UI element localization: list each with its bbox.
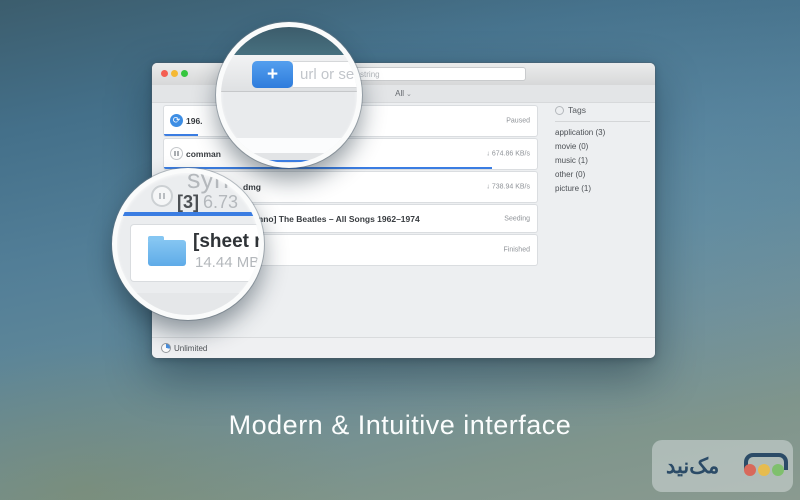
status-label: Seeding: [504, 215, 530, 222]
filter-dropdown[interactable]: All: [395, 89, 404, 98]
folder-icon: [148, 240, 186, 266]
queue-index: [3]: [177, 192, 199, 212]
tag-item-music[interactable]: music (1): [555, 154, 650, 168]
progress-bar: [164, 167, 492, 170]
size-value: 6.73: [203, 192, 238, 212]
lens-desktop-band: [221, 27, 357, 55]
lens-download-title: sync: [187, 168, 243, 195]
status-label: ↓ 738.94 KB/s: [486, 184, 530, 191]
tags-header-label: Tags: [568, 105, 586, 115]
download-title: 196.: [186, 116, 203, 126]
lens-search-field: url or se: [293, 61, 362, 88]
magnifier-lens-top: + url or se: [216, 22, 362, 168]
lens-row-band: [221, 138, 357, 153]
lens-progress-line: [221, 160, 357, 162]
pause-icon[interactable]: [170, 147, 183, 160]
tags-separator: [555, 121, 650, 122]
progress-bar: [164, 134, 198, 137]
pause-icon: [151, 185, 173, 207]
status-label: Paused: [506, 118, 530, 125]
logo-dot-yellow-icon: [758, 464, 770, 476]
logo-dot-green-icon: [772, 464, 784, 476]
resume-icon[interactable]: ⟳: [170, 114, 183, 127]
tag-item-movie[interactable]: movie (0): [555, 140, 650, 154]
lens-download-subtitle: [3]6.73: [177, 192, 238, 213]
speed-limit-label[interactable]: Unlimited: [174, 344, 207, 353]
lens-file-title: [sheet m: [193, 231, 264, 253]
lens-progress-bar: [117, 212, 259, 216]
download-title: dmg: [243, 182, 261, 192]
logo-wordmark: مک‌نید: [666, 440, 719, 492]
tags-header: Tags: [555, 105, 650, 115]
close-traffic-light[interactable]: [161, 70, 168, 77]
tag-item-picture[interactable]: picture (1): [555, 182, 650, 196]
download-title: nno] The Beatles – All Songs 1962–1974: [258, 205, 420, 232]
tag-item-application[interactable]: application (3): [555, 126, 650, 140]
status-label: ↓ 674.86 KB/s: [486, 151, 530, 158]
watermark-logo: مک‌نید: [652, 440, 793, 492]
logo-dot-red-icon: [744, 464, 756, 476]
zoom-traffic-light[interactable]: [181, 70, 188, 77]
lens-finished-card: [sheet m 14.44 MB: [131, 225, 264, 281]
chevron-down-icon: ⌄: [406, 90, 412, 98]
status-bar: Unlimited: [152, 337, 655, 358]
tag-item-other[interactable]: other (0): [555, 168, 650, 182]
lens-gap-band: [117, 293, 259, 315]
caption-text: Modern & Intuitive interface: [0, 410, 800, 441]
minimize-traffic-light[interactable]: [171, 70, 178, 77]
lens-file-size: 14.44 MB: [195, 254, 259, 271]
status-label: Finished: [504, 247, 530, 254]
download-title: comman: [186, 149, 221, 159]
magnifier-lens-left: sync [3]6.73 [sheet m 14.44 MB: [112, 168, 264, 320]
speed-gauge-icon[interactable]: [161, 343, 171, 353]
tag-circle-icon: [555, 106, 564, 115]
add-download-button: +: [252, 61, 293, 88]
tags-panel: Tags application (3) movie (0) music (1)…: [555, 105, 650, 196]
